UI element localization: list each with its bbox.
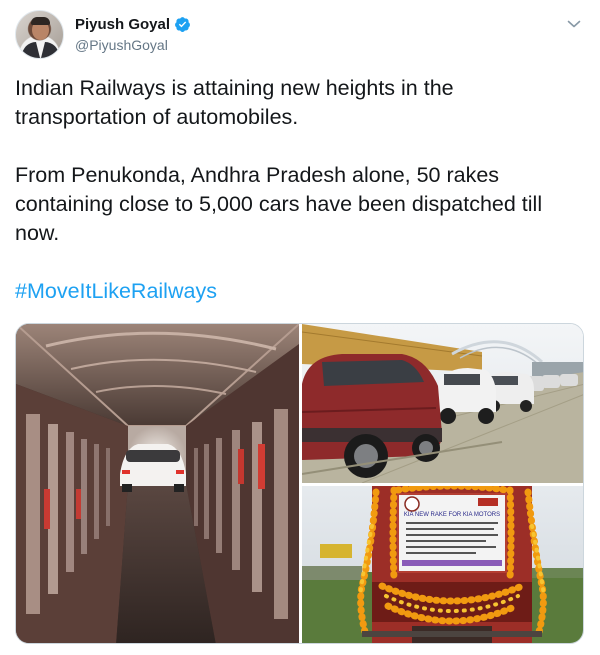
display-name[interactable]: Piyush Goyal bbox=[75, 16, 170, 33]
banner-title: KIA NEW RAKE FOR KIA MOTORS bbox=[404, 512, 500, 518]
author-names: Piyush Goyal @PiyushGoyal bbox=[75, 14, 191, 53]
chevron-down-icon[interactable] bbox=[566, 16, 582, 32]
author-handle[interactable]: @PiyushGoyal bbox=[75, 37, 191, 53]
tweet-paragraph-2: From Penukonda, Andhra Pradesh alone, 50… bbox=[15, 163, 543, 245]
tweet-text: Indian Railways is attaining new heights… bbox=[15, 74, 585, 335]
tweet-card[interactable]: Piyush Goyal @PiyushGoyal Indian Railway… bbox=[0, 0, 600, 655]
avatar[interactable] bbox=[15, 10, 64, 59]
tweet-paragraph-1: Indian Railways is attaining new heights… bbox=[15, 76, 454, 129]
photo-cars-at-station[interactable] bbox=[302, 324, 583, 483]
tweet-header: Piyush Goyal @PiyushGoyal bbox=[15, 10, 585, 59]
verified-badge-icon bbox=[174, 16, 191, 33]
photo-decorated-locomotive[interactable]: KIA NEW RAKE FOR KIA MOTORS bbox=[302, 486, 583, 643]
photo-train-interior[interactable] bbox=[16, 324, 299, 643]
hashtag-link[interactable]: #MoveItLikeRailways bbox=[15, 279, 217, 303]
media-grid: KIA NEW RAKE FOR KIA MOTORS bbox=[15, 323, 584, 644]
